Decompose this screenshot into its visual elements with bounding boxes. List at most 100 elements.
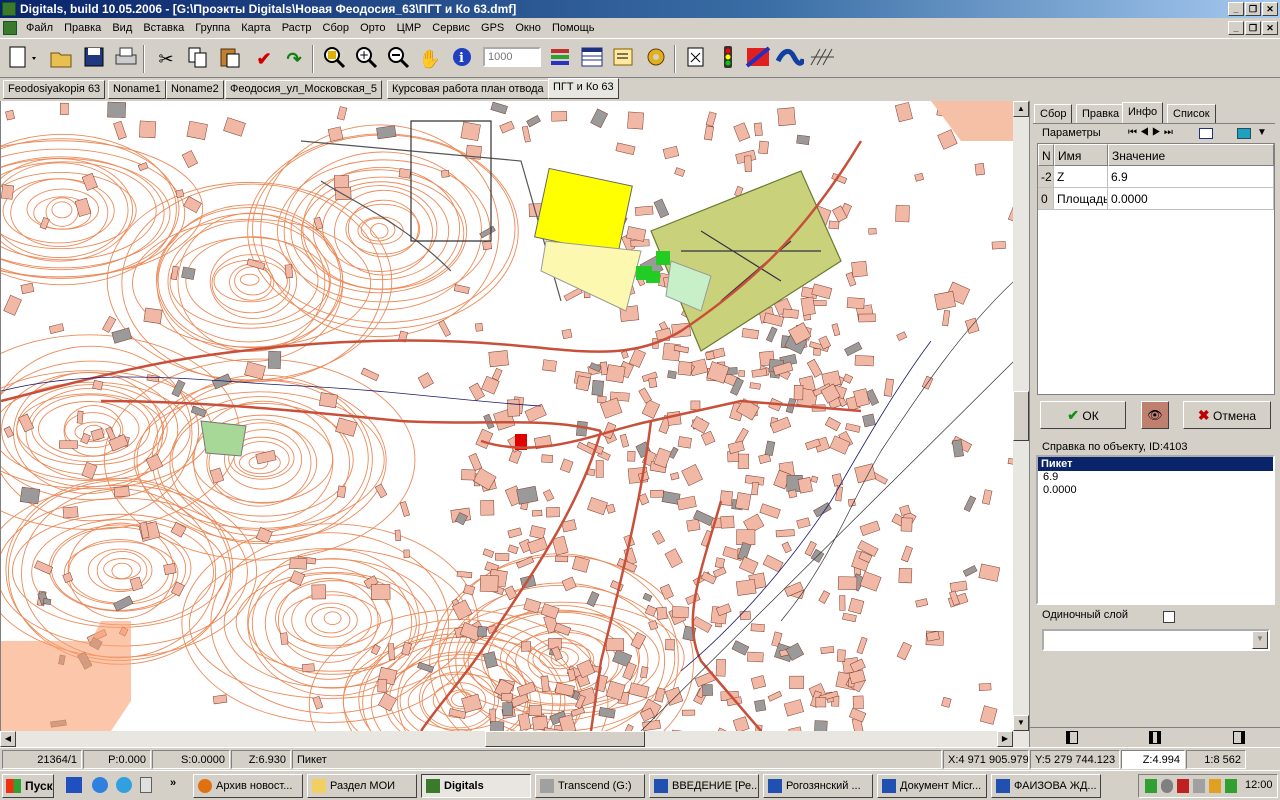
pencil-tray-icon[interactable] <box>1209 779 1221 793</box>
tab-info[interactable]: Инфо <box>1122 102 1164 124</box>
scroll-thumb[interactable] <box>485 731 645 747</box>
grid-cell-value[interactable]: 0.0000 <box>1108 188 1274 210</box>
new-file-icon[interactable] <box>4 45 38 73</box>
menu-edit[interactable]: Правка <box>60 18 105 38</box>
taskbar-item-active[interactable]: Digitals <box>421 774 531 798</box>
list-item[interactable]: 0.0000 <box>1038 484 1273 497</box>
document-icon[interactable] <box>3 21 17 35</box>
doc-tab[interactable]: Noname2 <box>166 80 224 99</box>
network-icon[interactable] <box>1145 779 1157 793</box>
edit-form-icon[interactable] <box>610 45 638 73</box>
menu-file[interactable]: Файл <box>22 18 57 38</box>
params-grid[interactable]: N Имя Значение -2 Z 6.9 0 Площадь 0.0000 <box>1037 143 1275 395</box>
list-item-selected[interactable]: Пикет <box>1038 457 1273 471</box>
taskbar-item[interactable]: Архив новост... <box>193 774 303 798</box>
delete-object-icon[interactable] <box>682 45 710 73</box>
menu-dem[interactable]: ЦМР <box>393 18 426 38</box>
redo-icon[interactable]: ↷ <box>280 45 308 73</box>
taskbar-item[interactable]: ВВЕДЕНИЕ [Ре... <box>649 774 759 798</box>
menu-help[interactable]: Помощь <box>548 18 599 38</box>
zoom-window-icon[interactable] <box>320 45 348 73</box>
layout-split-icon[interactable] <box>1149 731 1161 744</box>
doc-tab[interactable]: Noname1 <box>108 80 166 99</box>
taskbar-item[interactable]: Документ Micr... <box>877 774 987 798</box>
doc-tab[interactable]: Курсовая работа план отвода <box>387 80 549 99</box>
volume-icon[interactable] <box>1193 779 1205 793</box>
ie-icon[interactable] <box>92 777 108 793</box>
scroll-thumb[interactable] <box>1013 391 1029 441</box>
map-vertical-scrollbar[interactable]: ▲ ▼ <box>1013 101 1029 731</box>
object-info-list[interactable]: Пикет 6.9 0.0000 <box>1036 455 1275 605</box>
save-icon[interactable] <box>80 45 108 73</box>
tab-edit[interactable]: Правка <box>1076 104 1126 124</box>
scroll-left-icon[interactable]: ◀ <box>0 731 16 747</box>
list-item[interactable]: 6.9 <box>1038 471 1273 484</box>
taskbar-item[interactable]: Transcend (G:) <box>535 774 645 798</box>
mdi-close-button[interactable]: ✕ <box>1262 21 1278 35</box>
tab-list[interactable]: Список <box>1167 104 1216 124</box>
scroll-up-icon[interactable]: ▲ <box>1013 101 1029 117</box>
copy-icon[interactable] <box>184 45 212 73</box>
table-icon[interactable] <box>578 45 606 73</box>
menu-ortho[interactable]: Орто <box>356 18 389 38</box>
save-quicklaunch-icon[interactable] <box>66 777 82 793</box>
minimize-button[interactable]: _ <box>1228 2 1244 16</box>
status-z-input[interactable]: Z:4.994 <box>1121 750 1185 769</box>
mdi-restore-button[interactable]: ❐ <box>1245 21 1261 35</box>
menu-collect[interactable]: Сбор <box>319 18 353 38</box>
calculator-icon[interactable] <box>1237 128 1251 139</box>
menu-view[interactable]: Вид <box>108 18 136 38</box>
outlook-icon[interactable] <box>116 777 132 793</box>
grid-hatch-icon[interactable] <box>808 45 836 73</box>
grid-cell-name[interactable]: Площадь <box>1054 188 1108 210</box>
doc-tab[interactable]: Feodosiyakopiя 63 <box>3 80 106 99</box>
layout-left-icon[interactable] <box>1066 731 1078 744</box>
menu-group[interactable]: Группа <box>191 18 234 38</box>
paste-icon[interactable] <box>216 45 244 73</box>
traffic-light-icon[interactable] <box>714 45 742 73</box>
usb-icon[interactable] <box>1225 779 1237 793</box>
info-icon[interactable]: i <box>448 45 476 73</box>
chevron-right-icon[interactable]: » <box>170 777 176 789</box>
grid-cell-name[interactable]: Z <box>1054 166 1108 188</box>
taskbar-item[interactable]: ФАИЗОВА ЖД... <box>991 774 1101 798</box>
record-nav-icons[interactable]: ⏮◀▶⏭ <box>1128 127 1176 138</box>
curve-line-icon[interactable] <box>775 45 806 73</box>
scroll-down-icon[interactable]: ▼ <box>1013 715 1029 731</box>
close-button[interactable]: ✕ <box>1262 2 1278 16</box>
zoom-in-icon[interactable]: + <box>352 45 380 73</box>
menu-insert[interactable]: Вставка <box>139 18 188 38</box>
document-quicklaunch-icon[interactable] <box>140 777 152 793</box>
maximize-button[interactable]: ❐ <box>1245 2 1261 16</box>
menu-window[interactable]: Окно <box>511 18 545 38</box>
scroll-right-icon[interactable]: ▶ <box>997 731 1013 747</box>
pan-hand-icon[interactable]: ✋ <box>416 45 444 73</box>
layers-icon[interactable] <box>546 45 574 73</box>
security-icon[interactable] <box>1161 779 1173 793</box>
doc-tab[interactable]: Феодосия_ул_Московская_5 <box>225 80 382 99</box>
zoom-out-icon[interactable] <box>384 45 412 73</box>
cut-icon[interactable]: ✂ <box>152 45 180 73</box>
mdi-minimize-button[interactable]: _ <box>1228 21 1244 35</box>
tab-collect[interactable]: Сбор <box>1034 104 1073 124</box>
check-icon[interactable]: ✔ <box>250 45 278 73</box>
taskbar-item[interactable]: Раздел МОИ <box>307 774 417 798</box>
ok-button[interactable]: ✔ ОК <box>1040 401 1126 429</box>
cancel-button[interactable]: ✖ Отмена <box>1183 401 1271 429</box>
map-canvas[interactable] <box>0 101 1013 731</box>
doc-tab-active[interactable]: ПГТ и Ко 63 <box>548 78 619 99</box>
eye-view-icon[interactable]: 👁 <box>1141 401 1169 429</box>
antivirus-icon[interactable] <box>1177 779 1189 793</box>
chevron-down-icon[interactable]: ▼ <box>1257 127 1267 138</box>
polygon-fill-icon[interactable] <box>744 45 772 73</box>
menu-service[interactable]: Сервис <box>428 18 474 38</box>
layout-right-icon[interactable] <box>1233 731 1245 744</box>
layer-select[interactable]: ▼ <box>1042 629 1270 651</box>
print-icon[interactable] <box>112 45 140 73</box>
table-view-icon[interactable] <box>1199 128 1213 139</box>
chevron-down-icon[interactable]: ▼ <box>1252 631 1268 649</box>
scale-input[interactable] <box>483 47 541 67</box>
menu-raster[interactable]: Растр <box>278 18 316 38</box>
open-folder-icon[interactable] <box>48 45 76 73</box>
menu-map[interactable]: Карта <box>237 18 274 38</box>
